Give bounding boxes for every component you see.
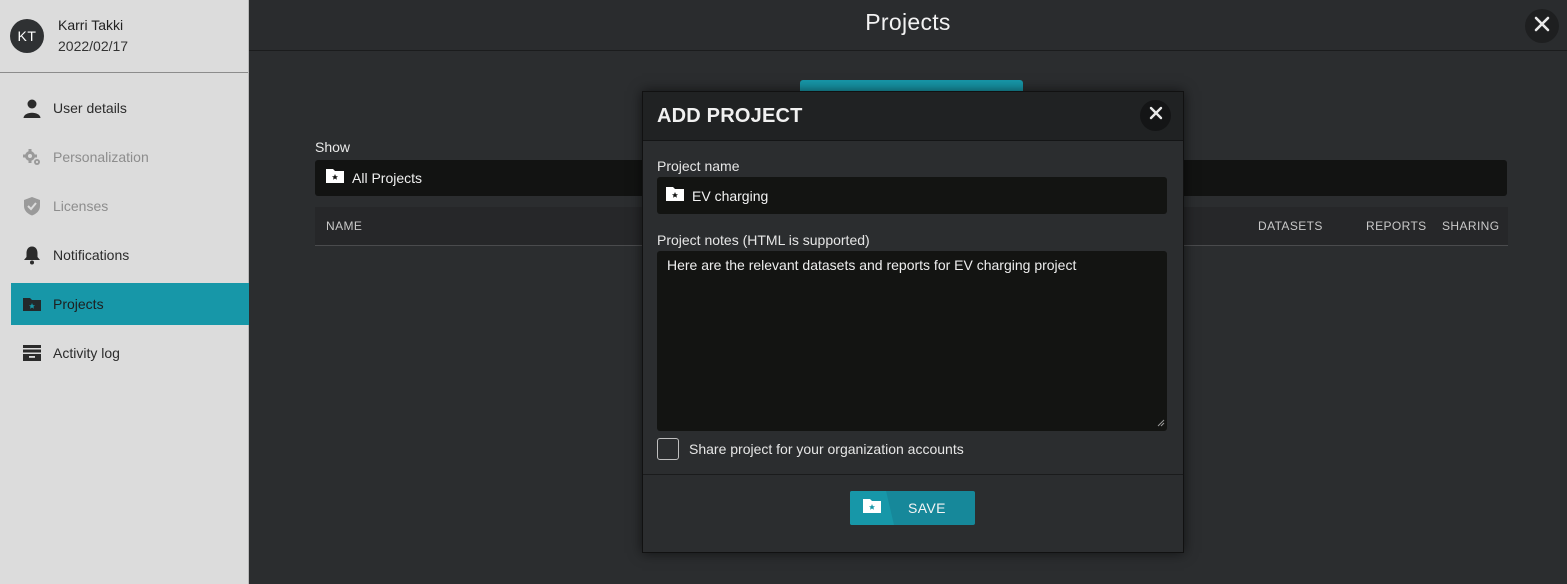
close-icon (1149, 106, 1163, 125)
sidebar-item-label: Licenses (53, 198, 109, 214)
show-label: Show (315, 139, 351, 155)
column-reports[interactable]: REPORTS (1366, 219, 1427, 233)
share-row: Share project for your organization acco… (657, 438, 964, 460)
sidebar-item-projects[interactable]: Projects (11, 283, 249, 325)
folder-star-icon (21, 293, 43, 315)
project-notes-label: Project notes (HTML is supported) (657, 232, 870, 248)
sidebar-item-label: Activity log (53, 345, 120, 361)
close-panel-button[interactable] (1525, 9, 1559, 43)
add-project-dialog: ADD PROJECT Project name EV charging Pro… (642, 91, 1184, 553)
project-notes-textarea[interactable]: Here are the relevant datasets and repor… (657, 251, 1167, 431)
share-project-checkbox[interactable] (657, 438, 679, 460)
page-title: Projects (865, 8, 951, 35)
sidebar-item-label: User details (53, 100, 127, 116)
dialog-close-button[interactable] (1140, 100, 1171, 131)
dialog-title: ADD PROJECT (657, 104, 803, 127)
avatar[interactable]: KT (10, 19, 44, 53)
sidebar-item-licenses[interactable]: Licenses (11, 185, 249, 227)
column-name[interactable]: NAME (326, 219, 362, 233)
project-notes-value: Here are the relevant datasets and repor… (667, 257, 1077, 273)
sidebar-item-label: Notifications (53, 247, 130, 263)
gear-icon (21, 146, 43, 168)
sidebar-item-notifications[interactable]: Notifications (11, 234, 249, 276)
folder-star-icon (665, 185, 685, 207)
sidebar-item-label: Personalization (53, 149, 149, 165)
project-name-field[interactable]: EV charging (657, 177, 1167, 214)
sidebar-item-user-details[interactable]: User details (11, 87, 249, 129)
user-info: Karri Takki 2022/02/17 (58, 16, 128, 56)
folder-star-icon (862, 497, 882, 519)
shield-icon (21, 195, 43, 217)
topbar: Projects (249, 0, 1567, 51)
save-icon-box (850, 491, 894, 525)
column-datasets[interactable]: DATASETS (1258, 219, 1323, 233)
close-icon (1534, 16, 1550, 37)
sidebar-nav: User details Personalization Licenses No… (0, 87, 249, 374)
archive-icon (21, 342, 43, 364)
dialog-footer: SAVE (643, 474, 1183, 552)
user-icon (21, 97, 43, 119)
sidebar-item-activity-log[interactable]: Activity log (11, 332, 249, 374)
user-date: 2022/02/17 (58, 38, 129, 54)
dialog-header: ADD PROJECT (643, 92, 1183, 141)
show-filter-value: All Projects (352, 170, 423, 186)
user-name: Karri Takki (58, 17, 124, 33)
user-block: KT Karri Takki 2022/02/17 (0, 0, 248, 73)
save-button[interactable]: SAVE (850, 491, 975, 525)
save-label: SAVE (908, 500, 946, 516)
resize-handle-icon[interactable] (1157, 415, 1165, 429)
bell-icon (21, 244, 43, 266)
share-project-label: Share project for your organization acco… (689, 441, 964, 457)
project-name-value: EV charging (692, 187, 769, 204)
column-sharing[interactable]: SHARING (1442, 219, 1499, 233)
sidebar-item-personalization[interactable]: Personalization (11, 136, 249, 178)
sidebar-item-label: Projects (53, 296, 104, 312)
project-name-label: Project name (657, 158, 740, 174)
folder-star-icon (325, 167, 345, 189)
sidebar: KT Karri Takki 2022/02/17 User details P… (0, 0, 249, 584)
